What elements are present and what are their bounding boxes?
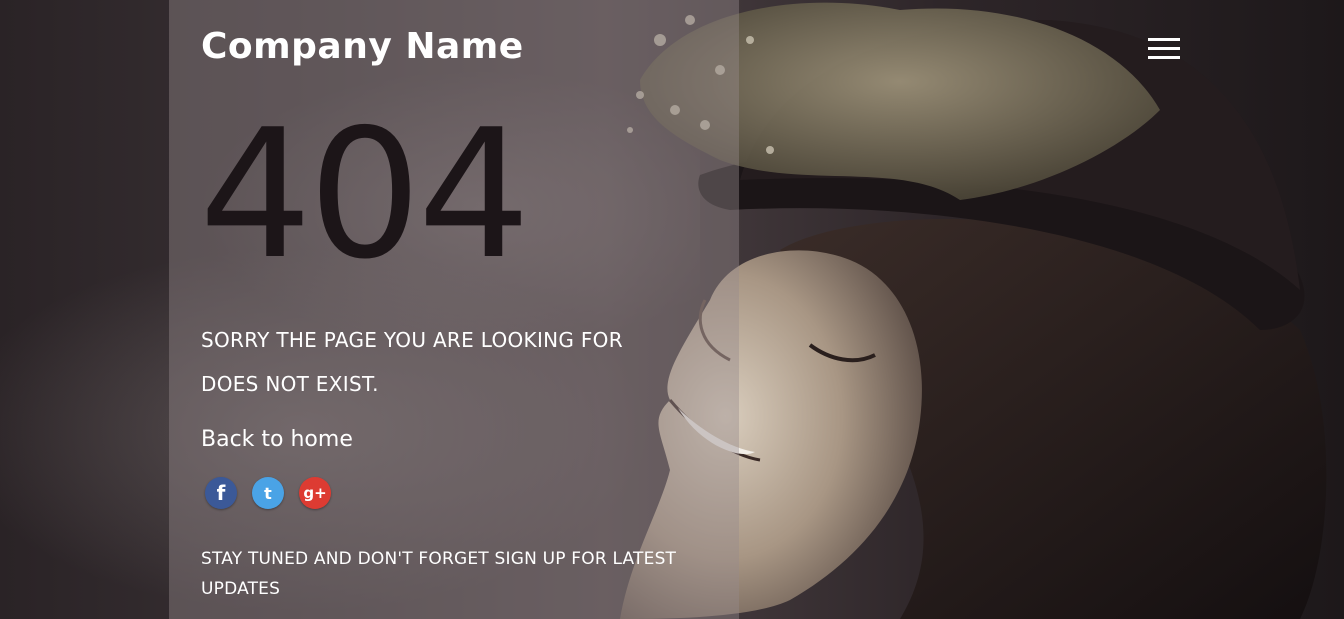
social-links: f t g+ <box>205 477 331 509</box>
page-background: Company Name 404 SORRY THE PAGE YOU ARE … <box>0 0 1344 619</box>
back-to-home-link[interactable]: Back to home <box>201 422 353 458</box>
error-code: 404 <box>199 91 531 298</box>
facebook-icon[interactable]: f <box>205 477 237 509</box>
company-name-logo[interactable]: Company Name <box>201 22 524 72</box>
hamburger-menu-icon[interactable] <box>1146 38 1182 66</box>
menu-bar-top <box>1148 38 1180 41</box>
error-message: SORRY THE PAGE YOU ARE LOOKING FOR DOES … <box>201 328 623 396</box>
twitter-icon[interactable]: t <box>252 477 284 509</box>
menu-bar-bottom <box>1148 56 1180 59</box>
menu-bar-middle <box>1148 47 1180 50</box>
signup-note: STAY TUNED AND DON'T FORGET SIGN UP FOR … <box>201 549 677 599</box>
google-plus-icon[interactable]: g+ <box>299 477 331 509</box>
